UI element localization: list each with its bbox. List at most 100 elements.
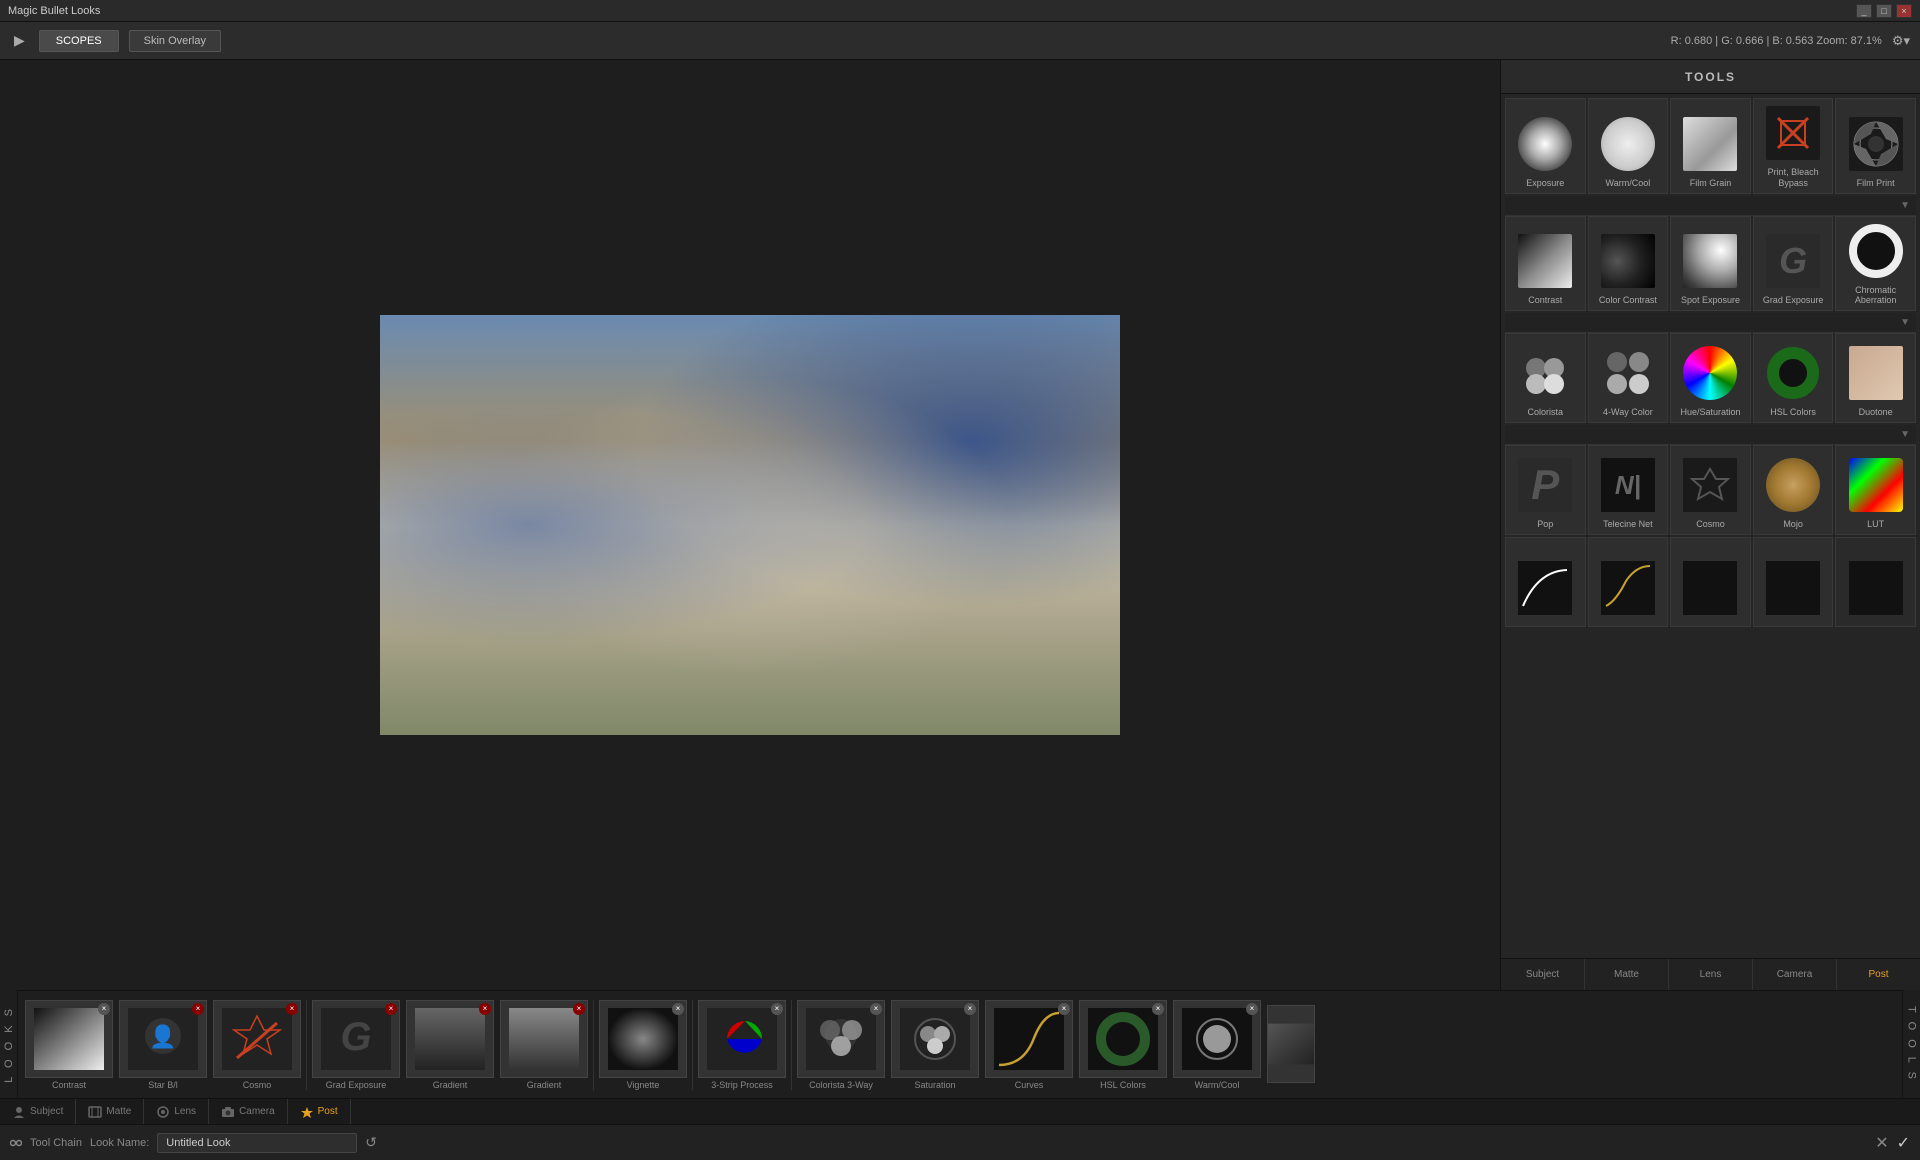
tool-gradexposure[interactable]: G Grad Exposure bbox=[1753, 216, 1834, 312]
film-thumb-star[interactable]: × 👤 bbox=[119, 1000, 207, 1078]
film-close-colorista3way[interactable]: × bbox=[870, 1003, 882, 1015]
hslcolors-label: HSL Colors bbox=[1770, 407, 1816, 418]
film-item-star[interactable]: × 👤 Star B/l bbox=[118, 1000, 208, 1090]
maximize-button[interactable]: □ bbox=[1876, 4, 1892, 18]
film-label-hslcolors: HSL Colors bbox=[1100, 1080, 1146, 1090]
confirm-button[interactable]: ✓ bbox=[1897, 1133, 1910, 1153]
tool-colorista[interactable]: Colorista bbox=[1505, 333, 1586, 423]
film-thumb-cosmo[interactable]: × bbox=[213, 1000, 301, 1078]
printbleach-icon bbox=[1766, 106, 1820, 160]
tool-colorcontrast[interactable]: Color Contrast bbox=[1588, 216, 1669, 312]
film-close-gradient2[interactable]: × bbox=[573, 1003, 585, 1015]
film-item-saturation[interactable]: × Saturation bbox=[890, 1000, 980, 1090]
film-item-cosmo[interactable]: × Cosmo bbox=[212, 1000, 302, 1090]
film-label-contrast: Contrast bbox=[52, 1080, 86, 1090]
film-close-3strip[interactable]: × bbox=[771, 1003, 783, 1015]
tool-lut[interactable]: LUT bbox=[1835, 445, 1916, 535]
tab-post[interactable]: Post bbox=[1837, 959, 1920, 990]
film-close-gradient[interactable]: × bbox=[479, 1003, 491, 1015]
matte-curves-icon bbox=[1601, 561, 1655, 615]
film-item-vignette[interactable]: × Vignette bbox=[598, 1000, 688, 1090]
film-close-vignette[interactable]: × bbox=[672, 1003, 684, 1015]
lookname-input[interactable] bbox=[157, 1133, 357, 1153]
4waycolor-thumb bbox=[1593, 343, 1663, 403]
tool-4waycolor[interactable]: 4-Way Color bbox=[1588, 333, 1669, 423]
tool-camera-curves[interactable] bbox=[1753, 537, 1834, 627]
film-thumb-contrast[interactable]: × bbox=[25, 1000, 113, 1078]
tool-hslcolors[interactable]: HSL Colors bbox=[1753, 333, 1834, 423]
film-thumb-grad[interactable]: × G bbox=[312, 1000, 400, 1078]
gear-icon[interactable]: ⚙▾ bbox=[1892, 33, 1910, 49]
reset-button[interactable]: ↺ bbox=[365, 1134, 377, 1151]
film-thumb-warmcool[interactable]: × bbox=[1173, 1000, 1261, 1078]
exposure-label: Exposure bbox=[1526, 178, 1564, 189]
film-thumb-saturation[interactable]: × bbox=[891, 1000, 979, 1078]
film-close-grad[interactable]: × bbox=[385, 1003, 397, 1015]
tool-matte-curves[interactable] bbox=[1588, 537, 1669, 627]
app-title: Magic Bullet Looks bbox=[8, 5, 1856, 17]
tab-matte[interactable]: Matte bbox=[1585, 959, 1669, 990]
tool-chromaticab[interactable]: Chromatic Aberration bbox=[1835, 216, 1916, 312]
tools-row-1: Exposure Warm/Cool Film Grain bbox=[1505, 98, 1916, 194]
tab-scopes[interactable]: SCOPES bbox=[39, 30, 119, 52]
film-close-cosmo[interactable]: × bbox=[286, 1003, 298, 1015]
tool-filmprint[interactable]: Film Print bbox=[1835, 98, 1916, 194]
film-thumb-curves[interactable]: × bbox=[985, 1000, 1073, 1078]
tool-duotone[interactable]: Duotone bbox=[1835, 333, 1916, 423]
tab-skin-overlay[interactable]: Skin Overlay bbox=[129, 30, 221, 52]
printbleach-label: Print, Bleach Bypass bbox=[1756, 167, 1831, 189]
film-item-curves[interactable]: × Curves bbox=[984, 1000, 1074, 1090]
film-item-gradient[interactable]: × Gradient bbox=[405, 1000, 495, 1090]
film-item-contrast[interactable]: × Contrast bbox=[24, 1000, 114, 1090]
film-item-hslcolors[interactable]: × HSL Colors bbox=[1078, 1000, 1168, 1090]
tool-spotexposure[interactable]: Spot Exposure bbox=[1670, 216, 1751, 312]
film-label-vignette: Vignette bbox=[627, 1080, 660, 1090]
top-bar: ▶ SCOPES Skin Overlay R: 0.680 | G: 0.66… bbox=[0, 22, 1920, 60]
film-close-saturation[interactable]: × bbox=[964, 1003, 976, 1015]
tool-warmcool[interactable]: Warm/Cool bbox=[1588, 98, 1669, 194]
tool-filmgrain[interactable]: Film Grain bbox=[1670, 98, 1751, 194]
film-close-contrast[interactable]: × bbox=[98, 1003, 110, 1015]
tool-cosmo[interactable]: Cosmo bbox=[1670, 445, 1751, 535]
lut-label: LUT bbox=[1867, 519, 1884, 530]
tool-pop[interactable]: P Pop bbox=[1505, 445, 1586, 535]
film-thumb-gradient2[interactable]: × bbox=[500, 1000, 588, 1078]
film-item-warmcool[interactable]: × Warm/Cool bbox=[1172, 1000, 1262, 1090]
tool-subject-curves[interactable] bbox=[1505, 537, 1586, 627]
film-thumb-hslcolors[interactable]: × bbox=[1079, 1000, 1167, 1078]
close-button[interactable]: × bbox=[1896, 4, 1912, 18]
minimize-button[interactable]: _ bbox=[1856, 4, 1872, 18]
film-close-curves[interactable]: × bbox=[1058, 1003, 1070, 1015]
film-item-grad[interactable]: × G Grad Exposure bbox=[311, 1000, 401, 1090]
chromatic-icon bbox=[1849, 224, 1903, 278]
film-thumb-3strip[interactable]: × bbox=[698, 1000, 786, 1078]
film-close-hslcolors[interactable]: × bbox=[1152, 1003, 1164, 1015]
film-item-partial[interactable] bbox=[1266, 1005, 1316, 1085]
tab-lens[interactable]: Lens bbox=[1669, 959, 1753, 990]
tool-printbleach[interactable]: Print, Bleach Bypass bbox=[1753, 98, 1834, 194]
tools-panel: TOOLS Exposure Warm/Cool bbox=[1500, 60, 1920, 990]
tool-telecinenet[interactable]: N| Telecine Net bbox=[1588, 445, 1669, 535]
tool-huesat[interactable]: Hue/Saturation bbox=[1670, 333, 1751, 423]
dismiss-button[interactable]: ✕ bbox=[1875, 1133, 1888, 1153]
tool-contrast[interactable]: Contrast bbox=[1505, 216, 1586, 312]
film-item-gradient2[interactable]: × Gradient bbox=[499, 1000, 589, 1090]
film-thumb-colorista3way[interactable]: × bbox=[797, 1000, 885, 1078]
film-item-3strip[interactable]: × 3-Strip Process bbox=[697, 1000, 787, 1090]
tool-mojo[interactable]: Mojo bbox=[1753, 445, 1834, 535]
film-item-colorista3way[interactable]: × Colorista 3-Way bbox=[796, 1000, 886, 1090]
tool-post-curves[interactable] bbox=[1835, 537, 1916, 627]
film-thumb-vignette[interactable]: × bbox=[599, 1000, 687, 1078]
tool-lens-curves[interactable] bbox=[1670, 537, 1751, 627]
film-thumb-gradient[interactable]: × bbox=[406, 1000, 494, 1078]
film-close-star[interactable]: × bbox=[192, 1003, 204, 1015]
cosmo-film-icon bbox=[222, 1008, 292, 1070]
tab-camera[interactable]: Camera bbox=[1753, 959, 1837, 990]
nav-arrow[interactable]: ▶ bbox=[10, 28, 29, 53]
film-close-warmcool[interactable]: × bbox=[1246, 1003, 1258, 1015]
warmcool-film-icon bbox=[1182, 1008, 1252, 1070]
film-thumb-partial[interactable] bbox=[1267, 1005, 1315, 1083]
duotone-thumb bbox=[1841, 343, 1911, 403]
tool-exposure[interactable]: Exposure bbox=[1505, 98, 1586, 194]
tab-subject[interactable]: Subject bbox=[1501, 959, 1585, 990]
